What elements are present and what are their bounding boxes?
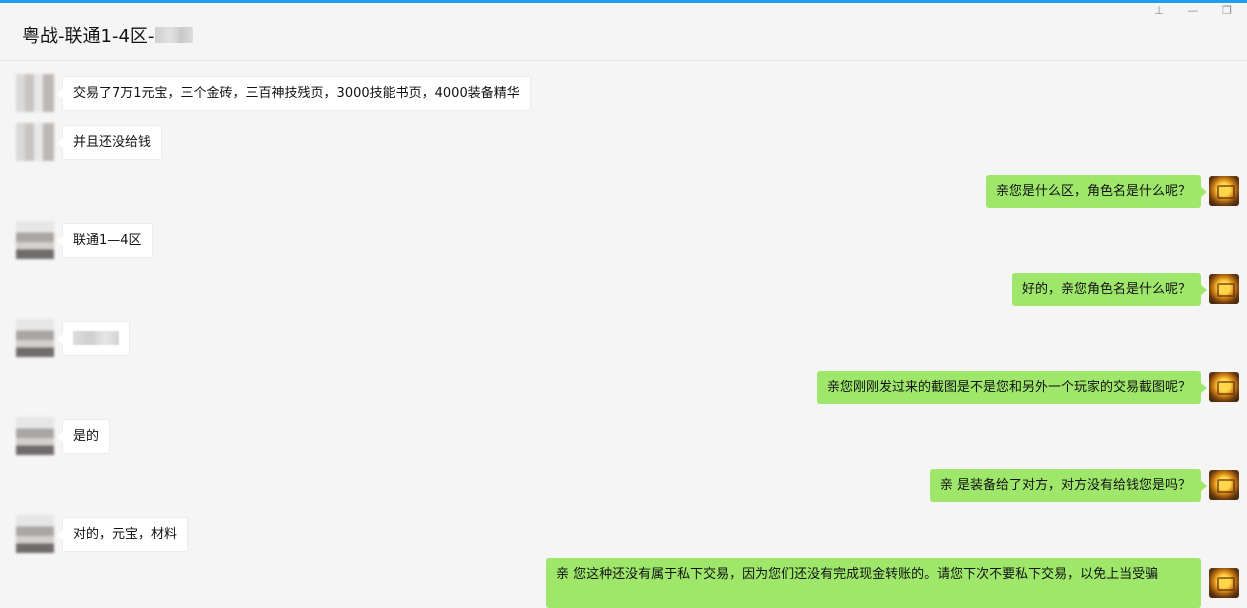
chat-title-area: 粤战-联通1-4区- [22,22,194,48]
message-row-incoming: 联通1—4区 [16,221,153,259]
window-controls: ⊥ — ❐ [1153,4,1233,17]
redacted-text [73,331,119,345]
redacted-name [155,27,194,43]
message-row-outgoing: 好的，亲您角色名是什么呢？ [1011,272,1247,306]
contact-avatar[interactable] [16,123,54,161]
message-bubble-outgoing[interactable]: 亲您刚刚发过来的截图是不是您和另外一个玩家的交易截图呢？ [816,370,1208,404]
pin-icon[interactable]: ⊥ [1153,4,1165,17]
message-row-incoming: 并且还没给钱 [16,123,163,161]
message-row-incoming: 对的，元宝，材料 [16,515,189,553]
message-row-outgoing: 亲您是什么区，角色名是什么呢？ [985,174,1247,208]
message-row-incoming: 是的 [16,417,111,455]
message-bubble-incoming[interactable] [57,320,130,356]
self-avatar[interactable] [1209,568,1239,598]
message-bubble-outgoing[interactable]: 亲 您这种还没有属于私下交易，因为您们还没有完成现金转账的。请您下次不要私下交易… [546,558,1201,608]
message-row-outgoing: 亲 您这种还没有属于私下交易，因为您们还没有完成现金转账的。请您下次不要私下交易… [546,558,1247,608]
message-bubble-incoming[interactable]: 对的，元宝，材料 [56,516,189,552]
message-row-incoming: 交易了7万1元宝，三个金砖，三百神技残页，3000技能书页，4000装备精华 [16,74,531,112]
chat-header: 粤战-联通1-4区- [0,3,1247,61]
message-bubble-incoming[interactable]: 并且还没给钱 [56,124,163,160]
contact-avatar[interactable] [16,319,54,357]
message-row-incoming [16,319,130,357]
restore-icon[interactable]: ❐ [1221,4,1233,17]
minimize-icon[interactable]: — [1187,4,1199,17]
contact-avatar[interactable] [16,515,54,553]
chat-title: 粤战-联通1-4区- [22,26,155,47]
message-bubble-outgoing[interactable]: 好的，亲您角色名是什么呢？ [1011,272,1208,306]
contact-avatar[interactable] [16,74,54,112]
self-avatar[interactable] [1209,274,1239,304]
message-bubble-incoming[interactable]: 交易了7万1元宝，三个金砖，三百神技残页，3000技能书页，4000装备精华 [57,75,531,111]
message-row-outgoing: 亲您刚刚发过来的截图是不是您和另外一个玩家的交易截图呢？ [816,370,1247,404]
self-avatar[interactable] [1209,176,1239,206]
message-row-outgoing: 亲 是装备给了对方，对方没有给钱您是吗？ [929,468,1247,502]
self-avatar[interactable] [1209,372,1239,402]
message-bubble-outgoing[interactable]: 亲您是什么区，角色名是什么呢？ [985,174,1208,208]
contact-avatar[interactable] [16,221,54,259]
message-bubble-incoming[interactable]: 联通1—4区 [57,222,153,258]
message-bubble-outgoing[interactable]: 亲 是装备给了对方，对方没有给钱您是吗？ [929,468,1208,502]
self-avatar[interactable] [1209,470,1239,500]
contact-avatar[interactable] [16,417,54,455]
message-bubble-incoming[interactable]: 是的 [56,418,111,454]
